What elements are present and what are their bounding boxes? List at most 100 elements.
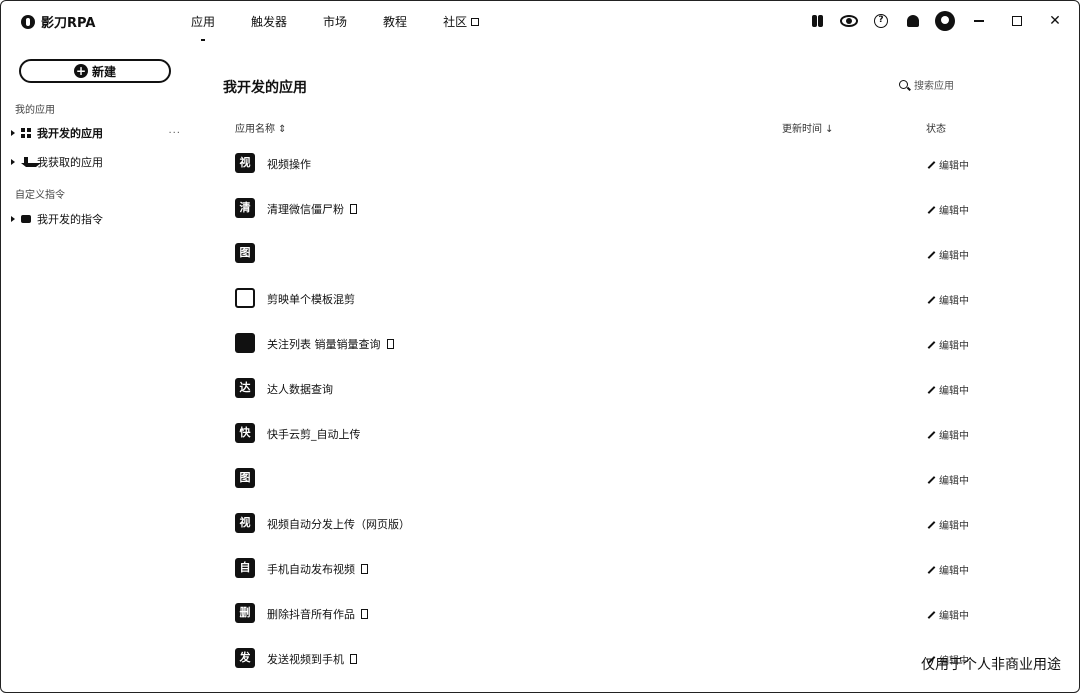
list-item[interactable]: 删删除抖音所有作品 编辑中 [235, 598, 995, 643]
search-box[interactable]: 搜索应用 [899, 77, 954, 92]
app-name: 清理微信僵尸粉 [267, 201, 357, 217]
caret-right-icon [11, 216, 15, 222]
status-badge: 编辑中 [927, 517, 969, 532]
app-icon: 清 [235, 198, 255, 218]
search-placeholder: 搜索应用 [914, 81, 954, 92]
app-icon [235, 333, 255, 353]
app-name: 关注列表 销量销量查询 [267, 336, 394, 352]
pencil-icon [927, 340, 936, 349]
logo-icon [21, 14, 35, 29]
app-name: 快手云剪_自动上传 [267, 428, 361, 441]
pencil-icon [927, 295, 936, 304]
tab-tutorials[interactable]: 教程 [383, 1, 407, 43]
title-bar: 影刀RPA 应用 触发器 市场 教程 社区 ? ✕ [1, 1, 1079, 43]
list-item[interactable]: 自手机自动发布视频 编辑中 [235, 553, 995, 598]
column-header-updated[interactable]: 更新时间 ↓ [782, 120, 834, 135]
window-controls: ✕ [969, 11, 1065, 31]
cube-icon [21, 215, 31, 223]
app-icon: 快 [235, 423, 255, 443]
close-icon: ✕ [1049, 13, 1061, 29]
pencil-icon [927, 475, 936, 484]
app-name: 剪映单个模板混剪 [267, 293, 355, 306]
app-list: 视视频操作 编辑中清清理微信僵尸粉 编辑中图编辑中 剪映单个模板混剪 编辑中 关注列表 销… [235, 148, 995, 688]
status-badge: 编辑中 [927, 472, 969, 487]
app-name: 视频操作 [267, 158, 311, 171]
app-icon: 图 [235, 468, 255, 488]
list-item[interactable]: 视视频操作 编辑中 [235, 148, 995, 193]
phone-tag-icon [350, 654, 357, 664]
app-icon: 删 [235, 603, 255, 623]
status-badge: 编辑中 [927, 562, 969, 577]
app-logo: 影刀RPA [21, 12, 95, 31]
status-badge: 编辑中 [927, 157, 969, 172]
list-item[interactable]: 剪映单个模板混剪 编辑中 [235, 283, 995, 328]
sidebar-item-my-developed-apps[interactable]: 我开发的应用 ··· [11, 123, 181, 143]
tab-apps[interactable]: 应用 [191, 1, 215, 43]
app-title: 影刀RPA [41, 16, 96, 31]
bell-icon[interactable] [903, 11, 923, 31]
search-icon [899, 80, 908, 89]
list-item[interactable]: 图 编辑中 [235, 238, 995, 283]
list-item[interactable]: 关注列表 销量销量查询 编辑中 [235, 328, 995, 373]
app-window: 影刀RPA 应用 触发器 市场 教程 社区 ? ✕ + 新建 我的应用 我开发的… [0, 0, 1080, 693]
eye-icon[interactable] [839, 11, 859, 31]
pencil-icon [927, 205, 936, 214]
grid-icon [21, 128, 31, 138]
list-item[interactable]: 图 编辑中 [235, 463, 995, 508]
close-button[interactable]: ✕ [1045, 11, 1065, 31]
app-name: 手机自动发布视频 [267, 561, 368, 577]
external-link-icon [471, 18, 480, 26]
caret-right-icon [11, 130, 15, 136]
tab-triggers[interactable]: 触发器 [251, 1, 287, 43]
status-badge: 编辑中 [927, 337, 969, 352]
pencil-icon [927, 565, 936, 574]
app-name: 发送视频到手机 [267, 651, 357, 667]
phone-tag-icon [386, 339, 394, 349]
pencil-icon [927, 430, 936, 439]
app-name: 视频自动分发上传（网页版） [267, 518, 410, 531]
list-item[interactable]: 达达人数据查询 编辑中 [235, 373, 995, 418]
sidebar-item-my-commands[interactable]: 我开发的指令 [11, 209, 181, 229]
tab-market[interactable]: 市场 [323, 1, 347, 43]
phone-tag-icon [361, 609, 368, 619]
minimize-button[interactable] [969, 11, 989, 31]
column-header-status: 状态 [926, 124, 946, 135]
app-icon: 图 [235, 243, 255, 263]
download-icon [21, 157, 41, 167]
app-icon: 自 [235, 558, 255, 578]
team-icon[interactable] [807, 11, 827, 31]
pencil-icon [927, 385, 936, 394]
help-icon[interactable]: ? [871, 11, 891, 31]
list-item[interactable]: 发发送视频到手机 编辑中 [235, 643, 995, 688]
app-icon: 发 [235, 648, 255, 668]
list-item[interactable]: 清清理微信僵尸粉 编辑中 [235, 193, 995, 238]
status-badge: 编辑中 [927, 202, 969, 217]
app-icon: 视 [235, 153, 255, 173]
avatar[interactable] [935, 11, 955, 31]
main-content: 我开发的应用 搜索应用 应用名称 ⇕ 更新时间 ↓ 状态 视视频操作 编辑中清清理… [191, 43, 1079, 692]
phone-tag-icon [350, 204, 357, 214]
sidebar-group-apps: 我的应用 [15, 105, 55, 116]
new-button[interactable]: + 新建 [19, 59, 171, 83]
sidebar-item-my-acquired-apps[interactable]: 我获取的应用 [11, 152, 181, 172]
app-icon: 视 [235, 513, 255, 533]
app-name: 删除抖音所有作品 [267, 606, 368, 622]
app-icon: 达 [235, 378, 255, 398]
pencil-icon [927, 250, 936, 259]
status-badge: 编辑中 [927, 247, 969, 262]
pencil-icon [927, 610, 936, 619]
plus-icon: + [73, 64, 88, 78]
column-header-name[interactable]: 应用名称 ⇕ [235, 120, 287, 135]
sidebar-group-commands: 自定义指令 [15, 190, 65, 201]
app-name: 达人数据查询 [267, 383, 333, 396]
maximize-button[interactable] [1007, 11, 1027, 31]
list-item[interactable]: 快快手云剪_自动上传 编辑中 [235, 418, 995, 463]
tab-community[interactable]: 社区 [443, 1, 480, 43]
page-title: 我开发的应用 [223, 80, 307, 96]
pencil-icon [927, 160, 936, 169]
watermark: 仅用于个人非商业用途 [921, 657, 1061, 673]
caret-right-icon [11, 159, 15, 165]
list-item[interactable]: 视视频自动分发上传（网页版） 编辑中 [235, 508, 995, 553]
more-icon[interactable]: ··· [168, 128, 181, 139]
top-nav: 应用 触发器 市场 教程 社区 [191, 1, 515, 43]
